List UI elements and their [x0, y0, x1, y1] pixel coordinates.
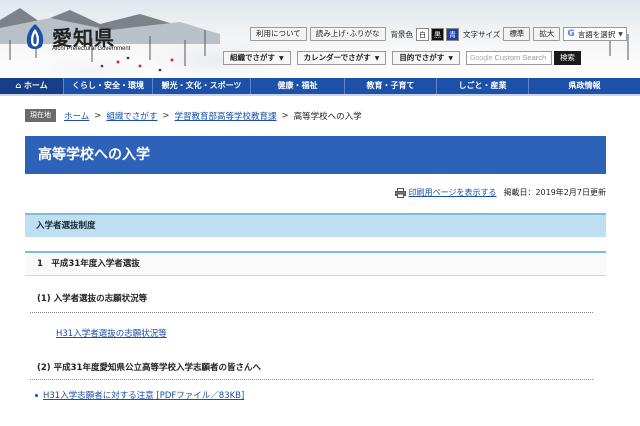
- breadcrumb-dept-link[interactable]: 学習教育部高等学校教育課: [175, 110, 277, 122]
- find-by-org-dropdown[interactable]: 組織でさがす ▼: [223, 51, 291, 65]
- page-title: 高等学校への入学: [38, 147, 150, 163]
- google-watermark: Google: [469, 55, 495, 62]
- find-by-purpose-dropdown[interactable]: 目的でさがす ▼: [392, 51, 460, 65]
- bullet-icon: [35, 393, 38, 397]
- read-aloud-button[interactable]: 読み上げ･ふりがな: [309, 27, 386, 41]
- nav-education[interactable]: 教育・子育て: [345, 78, 437, 94]
- nav-health-welfare[interactable]: 健康・福祉: [251, 78, 345, 94]
- bg-blue-button[interactable]: 青: [446, 27, 460, 41]
- item2-link-text: H31入学志願者に対する注意 [PDFファイル／83KB]: [43, 391, 245, 401]
- find-by-calendar-dropdown[interactable]: カレンダーでさがす ▼: [296, 51, 387, 65]
- item2-link[interactable]: H31入学志願者に対する注意 [PDFファイル／83KB]: [35, 389, 244, 401]
- find-by-calendar-label: カレンダーでさがす: [303, 53, 371, 62]
- site-header: 愛知県 Aichi Prefectural Government 利用について …: [0, 0, 640, 78]
- prefecture-emblem-icon[interactable]: [22, 22, 48, 52]
- home-icon: ⌂: [15, 81, 24, 90]
- language-select[interactable]: G 言語を選択 ▼: [563, 27, 627, 41]
- breadcrumb-current: 高等学校への入学: [293, 111, 362, 122]
- nav-work-industry[interactable]: しごと・産業: [437, 78, 529, 94]
- printer-icon: [394, 187, 406, 198]
- subsection-heading-box: 1 平成31年度入学者選抜: [25, 251, 606, 276]
- section-heading-box: 入学者選抜制度: [25, 213, 606, 237]
- language-select-label: 言語を選択: [577, 29, 616, 39]
- dotted-divider: [30, 312, 593, 313]
- utility-toolbar: 利用について 読み上げ･ふりがな 背景色 白 黒 青 文字サイズ 標準 拡大 G…: [250, 27, 627, 41]
- page-title-bar: 高等学校への入学: [25, 136, 606, 174]
- dotted-divider: [30, 379, 593, 380]
- page-meta: 印刷用ページを表示する 掲載日：2019年2月7日更新: [394, 187, 606, 198]
- nav-divider: [0, 94, 640, 96]
- finder-row: 組織でさがす ▼ カレンダーでさがす ▼ 目的でさがす ▼ Google Custom…: [223, 51, 581, 65]
- section-heading: 入学者選抜制度: [36, 221, 96, 231]
- nav-prefectural-info[interactable]: 県政情報: [529, 78, 640, 94]
- breadcrumb-separator: >: [162, 110, 170, 121]
- item2-heading: (2) 平成31年度愛知県公立高等学校入学志願者の皆さんへ: [37, 363, 261, 373]
- breadcrumb-home-link[interactable]: ホーム: [64, 110, 89, 122]
- bgcolor-label: 背景色: [390, 29, 414, 39]
- print-page-link[interactable]: 印刷用ページを表示する: [409, 187, 497, 198]
- nav-home-label: ホーム: [23, 81, 48, 90]
- chevron-down-icon: ▼: [448, 55, 453, 62]
- breadcrumb-tag: 現在地: [25, 109, 56, 122]
- search-placeholder: Custom Search: [494, 53, 547, 62]
- fontsize-label: 文字サイズ: [463, 29, 501, 39]
- global-nav: ⌂ ホーム くらし・安全・環境 観光・文化・スポーツ 健康・福祉 教育・子育て …: [0, 78, 640, 94]
- font-standard-button[interactable]: 標準: [503, 27, 531, 41]
- breadcrumb-separator: >: [94, 110, 102, 121]
- bg-black-button[interactable]: 黒: [431, 27, 445, 41]
- breadcrumb: 現在地 ホーム > 組織でさがす > 学習教育部高等学校教育課 > 高等学校への…: [25, 109, 362, 122]
- google-icon: G: [567, 29, 575, 39]
- site-logo-subtitle: Aichi Prefectural Government: [52, 46, 131, 52]
- bg-white-button[interactable]: 白: [416, 27, 430, 41]
- font-large-button[interactable]: 拡大: [533, 27, 561, 41]
- find-by-org-label: 組織でさがす: [230, 53, 275, 62]
- breadcrumb-org-link[interactable]: 組織でさがす: [106, 110, 157, 122]
- about-button[interactable]: 利用について: [250, 27, 307, 41]
- item1-link[interactable]: H31入学者選抜の志願状況等: [56, 327, 167, 339]
- breadcrumb-separator: >: [281, 110, 289, 121]
- published-date: 掲載日：2019年2月7日更新: [503, 188, 606, 197]
- search-button[interactable]: 検索: [553, 51, 581, 65]
- chevron-down-icon: ▼: [374, 55, 380, 62]
- subsection-heading: 1 平成31年度入学者選抜: [37, 259, 140, 269]
- item1-heading: (1) 入学者選抜の志願状況等: [37, 294, 148, 304]
- subsection-accent-line: [25, 251, 606, 253]
- chevron-down-icon: ▼: [618, 30, 623, 38]
- site-search: Google Custom Search 検索: [465, 51, 581, 65]
- search-input[interactable]: Google Custom Search: [465, 51, 552, 65]
- chevron-down-icon: ▼: [279, 55, 284, 62]
- nav-tourism-culture[interactable]: 観光・文化・スポーツ: [153, 78, 251, 94]
- nav-home[interactable]: ⌂ ホーム: [0, 78, 64, 94]
- nav-living-safety[interactable]: くらし・安全・環境: [64, 78, 153, 94]
- find-by-purpose-label: 目的でさがす: [399, 53, 445, 62]
